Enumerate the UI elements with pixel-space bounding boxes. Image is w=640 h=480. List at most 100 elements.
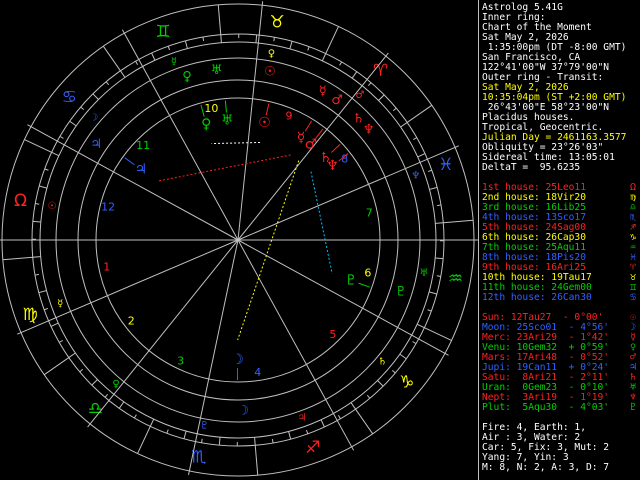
degree-tick: [32, 256, 41, 258]
chart-wheel: ♈♂♉♀♊☿♋☽Ω ☉♍☿♎♀♏♇♐♃♑♄♒♅♓♆123456789101112☉…: [0, 1, 478, 477]
zodiac-sign-glyph: ♉: [270, 12, 285, 32]
zodiac-sign-glyph: ♈: [373, 61, 388, 81]
degree-tick: [399, 353, 407, 360]
sign-boundary: [254, 445, 259, 476]
aspect-line: [157, 154, 291, 182]
house-number: 2: [128, 314, 135, 327]
degree-tick: [38, 290, 47, 294]
degree-tick: [39, 185, 48, 189]
ruler-glyph: ♇: [200, 421, 209, 432]
degree-tick: [271, 438, 274, 444]
zodiac-sign-glyph: ♑: [399, 373, 414, 393]
degree-tick: [377, 380, 384, 387]
transit-planet-glyph: ♃: [90, 137, 102, 152]
ruler-glyph: ♄: [378, 356, 387, 367]
ruler-glyph: ☽: [89, 113, 98, 124]
house-number: 9: [285, 110, 292, 123]
house-number: 7: [366, 207, 373, 220]
degree-tick: [254, 437, 256, 446]
degree-tick: [416, 323, 425, 329]
sign-boundary: [424, 327, 452, 341]
natal-planet-tick: [124, 157, 135, 166]
zodiac-sign-glyph: ♐: [305, 438, 320, 458]
degree-tick: [151, 52, 156, 61]
transit-planet-glyph: ☿: [319, 84, 327, 99]
degree-tick: [289, 41, 293, 50]
degree-tick: [91, 379, 98, 386]
house-number: 1: [103, 260, 110, 273]
degree-tick: [391, 370, 396, 374]
aspect-line: [310, 171, 333, 274]
degree-tick: [184, 40, 188, 49]
degree-tick: [166, 429, 169, 434]
degree-tick: [149, 418, 155, 427]
degree-tick: [35, 203, 40, 205]
info-panel: Astrolog 5.41G Inner ring: Chart of the Mo…: [482, 3, 640, 479]
natal-planet-glyph: ♅: [221, 112, 234, 128]
house-number: 6: [364, 267, 371, 280]
degree-tick: [133, 414, 137, 419]
degree-tick: [202, 36, 205, 42]
degree-tick: [218, 437, 221, 446]
ruler-glyph: ♃: [298, 412, 307, 423]
element-summary-line: M: 8, N: 2, A: 3, D: 7: [482, 462, 610, 473]
sign-boundary: [217, 4, 222, 35]
house-number: 12: [101, 200, 115, 213]
house-number: 5: [329, 328, 336, 341]
degree-tick: [220, 34, 222, 43]
degree-tick: [427, 309, 432, 312]
house-number: 3: [177, 355, 184, 368]
aspect-line: [211, 141, 261, 145]
natal-planet-glyph: ☉: [258, 115, 271, 131]
sign-boundary: [406, 104, 433, 123]
degree-tick: [201, 438, 203, 443]
degree-tick: [378, 94, 385, 101]
natal-planet-glyph: ♂: [305, 137, 318, 153]
degree-tick: [44, 307, 49, 311]
degree-tick: [428, 291, 437, 295]
ruler-glyph: ☿: [171, 57, 177, 68]
degree-tick: [412, 341, 417, 345]
degree-tick: [92, 93, 99, 100]
degree-tick: [120, 70, 126, 78]
degree-tick: [50, 322, 59, 327]
house-cusp-row: 12th house: 26Can30: [482, 292, 592, 303]
zodiac-sign-glyph: ♋: [62, 87, 77, 107]
natal-planet-tick: [358, 282, 370, 288]
transit-planet-glyph: ♆: [363, 122, 375, 137]
natal-planet-glyph: ☽: [231, 352, 244, 368]
degree-tick: [392, 107, 397, 112]
natal-planet-glyph: ♆: [326, 158, 339, 174]
degree-tick: [68, 352, 76, 358]
degree-tick: [183, 430, 187, 439]
degree-tick: [58, 339, 63, 343]
house-cusp-line: [237, 145, 459, 241]
natal-planet-glyph: ♃: [135, 161, 148, 177]
transit-planet-glyph: ♀: [182, 69, 192, 84]
natal-planet-glyph: ♇: [345, 272, 358, 288]
planet-position-row: Plut: 5Aqu30 - 4°03': [482, 402, 610, 413]
degree-tick: [429, 186, 438, 190]
degree-tick: [413, 137, 418, 141]
degree-tick: [305, 429, 309, 434]
degree-tick: [105, 81, 110, 86]
house-number: 4: [254, 366, 261, 379]
sign-boundary: [325, 26, 339, 54]
house-number: 11: [136, 139, 150, 152]
degree-tick: [79, 368, 84, 373]
degree-tick: [337, 415, 341, 420]
natal-planet-tick: [304, 120, 313, 132]
degree-tick: [80, 106, 85, 110]
transit-planet-glyph: ♂: [331, 93, 343, 108]
aspect-line: [237, 160, 300, 341]
degree-tick: [400, 122, 408, 128]
ruler-glyph: ☿: [57, 299, 63, 310]
natal-planet-tick: [331, 143, 341, 153]
zodiac-sign-glyph: Ω: [14, 191, 27, 211]
degree-tick: [69, 120, 77, 127]
sign-boundary: [102, 45, 121, 72]
sign-boundary: [137, 426, 151, 454]
ruler-glyph: ☉: [48, 201, 57, 212]
sign-boundary: [24, 139, 52, 153]
degree-tick: [135, 60, 139, 65]
